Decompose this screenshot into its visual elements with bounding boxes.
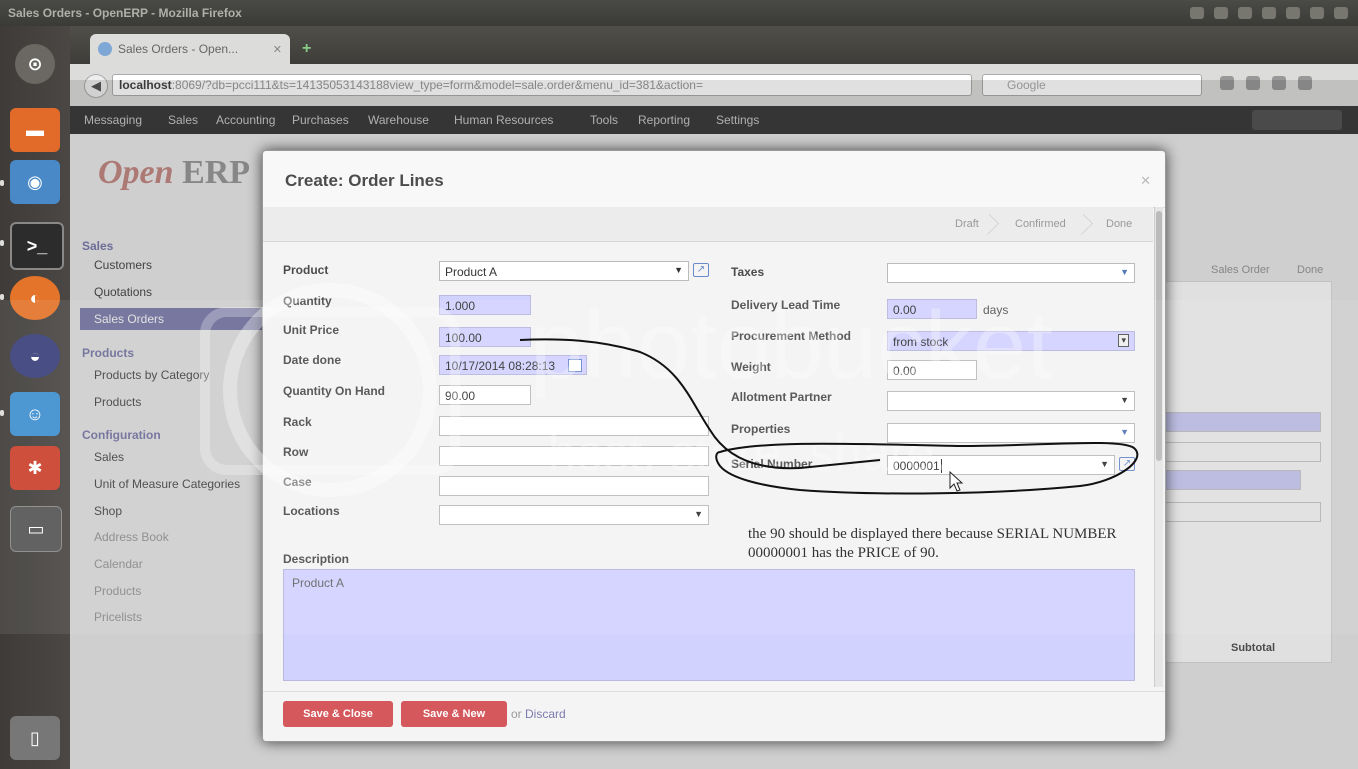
save-new-button[interactable]: Save & New xyxy=(401,701,507,727)
dialog-header: Create: Order Lines ✕ xyxy=(263,151,1165,208)
chat-icon[interactable]: ☺ xyxy=(10,392,60,436)
allotment-partner-label: Allotment Partner xyxy=(731,390,832,404)
eclipse-icon[interactable]: ◒ xyxy=(10,334,60,378)
serial-number-label: Serial Number xyxy=(731,457,813,471)
properties-label: Properties xyxy=(731,422,791,436)
create-order-line-dialog: Create: Order Lines ✕ Draft Confirmed Do… xyxy=(262,150,1166,742)
workspace-icon[interactable]: ▭ xyxy=(10,506,62,552)
locations-select[interactable]: ▼ xyxy=(439,505,709,525)
procurement-method-select[interactable]: from stock ▾ xyxy=(887,331,1135,351)
dialog-footer: Save & Close Save & New or Discard xyxy=(263,691,1165,741)
firefox-icon[interactable]: ◐ xyxy=(10,276,60,320)
case-label: Case xyxy=(283,475,312,489)
locations-label: Locations xyxy=(283,504,340,518)
calendar-icon[interactable] xyxy=(568,359,582,372)
date-done-label: Date done xyxy=(283,353,342,367)
chevron-down-icon: ▼ xyxy=(674,265,683,275)
chromium-icon[interactable]: ◉ xyxy=(10,160,60,204)
text-cursor xyxy=(940,459,942,473)
stage-done: Done xyxy=(1106,218,1133,230)
quantity-label: Quantity xyxy=(283,294,332,308)
os-top-bar: Sales Orders - OpenERP - Mozilla Firefox xyxy=(0,0,1358,26)
product-label: Product xyxy=(283,263,329,277)
external-link-icon[interactable]: ↗ xyxy=(693,263,709,277)
settings-icon[interactable]: ✱ xyxy=(10,446,60,490)
properties-select[interactable]: ▼ xyxy=(887,423,1135,443)
trash-icon[interactable]: ▯ xyxy=(10,716,60,760)
product-select[interactable]: Product A ▼ xyxy=(439,261,689,281)
chevron-down-icon: ▼ xyxy=(1100,459,1109,469)
system-tray xyxy=(1190,7,1348,19)
stage-draft: Draft xyxy=(955,218,979,230)
quantity-on-hand-label: Quantity On Hand xyxy=(283,384,385,398)
taxes-select[interactable]: ▼ xyxy=(887,263,1135,283)
stage-confirmed: Confirmed xyxy=(1015,218,1066,230)
date-done-input[interactable]: 10/17/2014 08:28:13 xyxy=(439,355,587,375)
description-label: Description xyxy=(283,552,350,566)
description-textarea[interactable]: Product A xyxy=(283,569,1135,681)
volume-icon[interactable] xyxy=(1286,7,1300,19)
window-title: Sales Orders - OpenERP - Mozilla Firefox xyxy=(8,6,242,20)
tab-bar: Sales Orders - Open... ✕ + xyxy=(70,26,1358,64)
quantity-on-hand-input[interactable]: 90.00 xyxy=(439,385,531,405)
power-icon[interactable] xyxy=(1334,7,1348,19)
quantity-input[interactable]: 1.000 xyxy=(439,295,531,315)
rack-label: Rack xyxy=(283,415,312,429)
keyboard-icon[interactable] xyxy=(1238,7,1252,19)
taxes-label: Taxes xyxy=(731,265,765,279)
tab-sales-orders[interactable]: Sales Orders - Open... ✕ xyxy=(90,34,290,64)
chevron-down-icon: ▼ xyxy=(1120,427,1129,437)
row-label: Row xyxy=(283,445,309,459)
files-icon[interactable]: ▬ xyxy=(10,108,60,152)
rack-input[interactable] xyxy=(439,416,709,436)
weight-input[interactable]: 0.00 xyxy=(887,360,977,380)
battery-icon[interactable] xyxy=(1262,7,1276,19)
chevron-down-icon: ▼ xyxy=(1120,267,1129,277)
chevron-down-icon: ▼ xyxy=(694,509,703,519)
close-icon[interactable]: ✕ xyxy=(1140,173,1151,189)
case-input[interactable] xyxy=(439,476,709,496)
dialog-scrollbar[interactable] xyxy=(1154,207,1163,687)
terminal-icon[interactable]: >_ xyxy=(10,222,64,270)
user-annotation: the 90 should be displayed there because… xyxy=(748,526,1117,561)
discard-link[interactable]: or Discard xyxy=(511,707,566,721)
new-tab-icon[interactable]: + xyxy=(302,40,311,58)
unit-price-input[interactable]: 100.00 xyxy=(439,327,531,347)
dialog-title: Create: Order Lines xyxy=(285,171,444,190)
openerp-favicon-icon xyxy=(98,42,112,56)
delivery-lead-time-input[interactable]: 0.00 xyxy=(887,299,977,319)
days-label: days xyxy=(983,303,1009,317)
stage-bar: Draft Confirmed Done xyxy=(263,207,1153,242)
network-icon[interactable] xyxy=(1190,7,1204,19)
chevron-down-icon: ▼ xyxy=(1120,395,1129,405)
unit-price-label: Unit Price xyxy=(283,323,340,337)
launcher: ⊙ ▬ ◉ >_ ◐ ◒ ☺ ✱ ▭ ▯ xyxy=(0,26,70,769)
row-input[interactable] xyxy=(439,446,709,466)
delivery-lead-time-label: Delivery Lead Time xyxy=(731,298,841,312)
dash-icon[interactable]: ⊙ xyxy=(15,44,55,84)
allotment-partner-select[interactable]: ▼ xyxy=(887,391,1135,411)
external-link-icon[interactable]: ↗ xyxy=(1119,457,1135,471)
save-close-button[interactable]: Save & Close xyxy=(283,701,393,727)
tab-title: Sales Orders - Open... xyxy=(118,42,239,56)
clock-icon[interactable] xyxy=(1310,7,1324,19)
serial-number-select[interactable]: 0000001 ▼ xyxy=(887,455,1115,475)
chevron-down-icon: ▾ xyxy=(1118,334,1129,347)
mail-icon[interactable] xyxy=(1214,7,1228,19)
procurement-method-label: Procurement Method xyxy=(731,329,852,343)
close-tab-icon[interactable]: ✕ xyxy=(273,43,282,56)
weight-label: Weight xyxy=(731,360,771,374)
scroll-thumb[interactable] xyxy=(1156,211,1162,461)
